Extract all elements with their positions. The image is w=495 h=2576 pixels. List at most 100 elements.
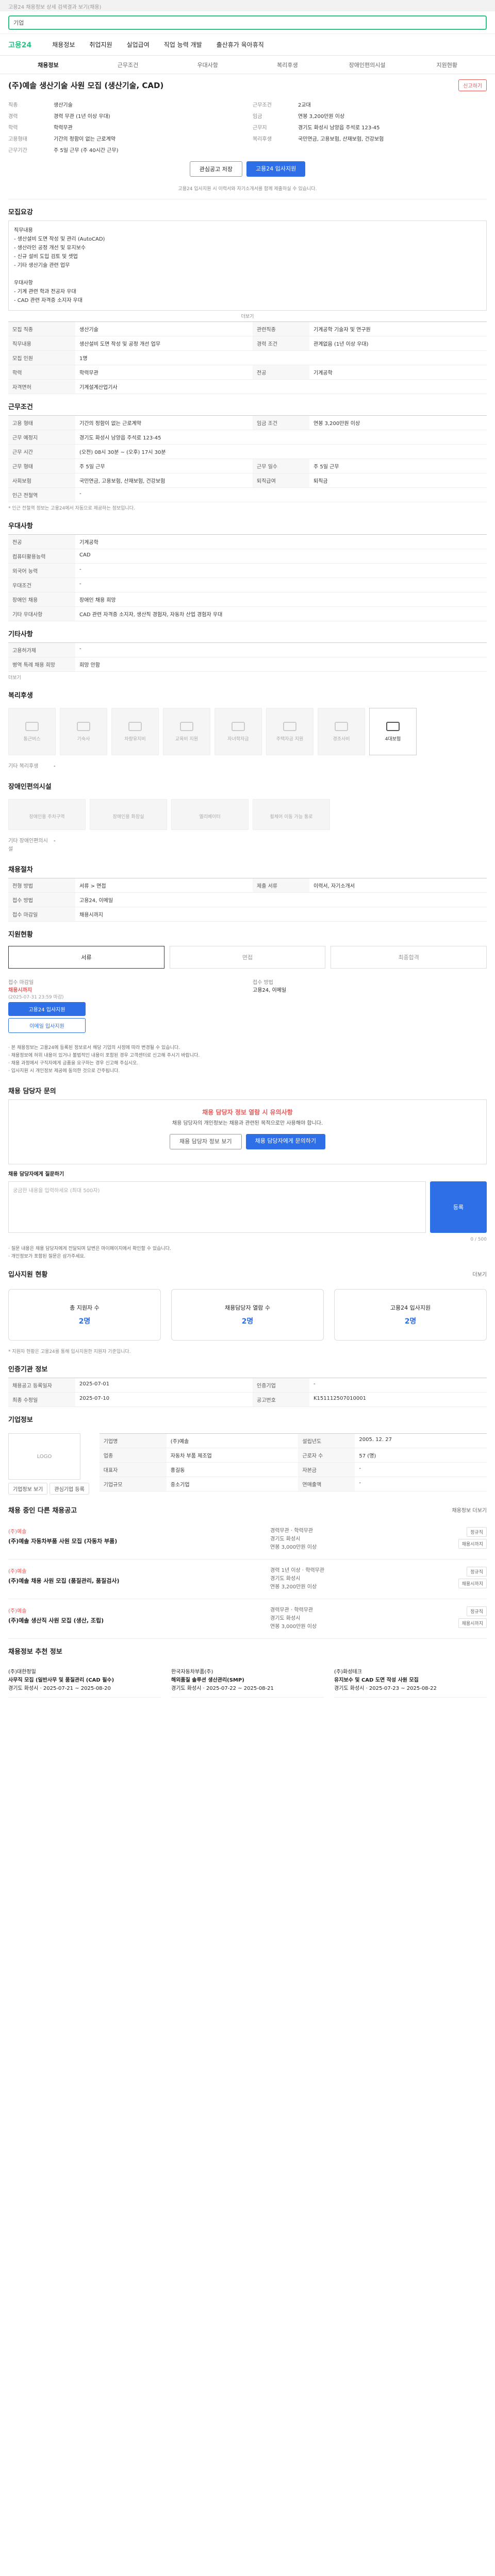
welfare-item: 주택자금 지원 bbox=[266, 708, 314, 755]
row-key: 대표자 bbox=[99, 1463, 167, 1477]
recruit-table: 모집 직종 생산기술 관련직종 기계공학 기술자 및 연구원 직무내용 생산설비 도면 작… bbox=[8, 321, 487, 394]
applicants-header: 입사지원 현황 더보기 bbox=[8, 1264, 487, 1284]
recommend-title[interactable]: 해외품질 솔루션 생산관리(SMP) bbox=[171, 1676, 324, 1685]
welfare-label: 기숙사 bbox=[77, 736, 90, 742]
qa-textarea[interactable]: 궁금한 내용을 입력하세요 (최대 500자) bbox=[8, 1181, 426, 1233]
facility-label: 장애인용 주차구역 bbox=[29, 814, 65, 820]
welfare-label: 차량유지비 bbox=[124, 736, 146, 742]
job-list-item[interactable]: (주)예솔 (주)예솔 채용 사원 모집 (품질관리, 품질검사) 경력 1년 이상… bbox=[8, 1560, 487, 1599]
tab-prefer[interactable]: 우대사항 bbox=[168, 61, 248, 69]
welfare-item: 기숙사 bbox=[60, 708, 107, 755]
summary-item: 임금 연봉 3,200만원 이상 bbox=[253, 113, 487, 121]
job-title[interactable]: (주)예솔 생산직 사원 모집 (생산, 조립) bbox=[8, 1616, 270, 1624]
applicants-more[interactable]: 더보기 bbox=[472, 1270, 487, 1278]
report-button[interactable]: 신고하기 bbox=[458, 79, 487, 91]
recommend-company: (주)화성테크 bbox=[334, 1669, 362, 1675]
job-title[interactable]: (주)예솔 자동차부품 사원 모집 (자동차 부품) bbox=[8, 1537, 270, 1545]
search-input[interactable]: 기업 bbox=[8, 15, 487, 30]
company-follow-button[interactable]: 관심기업 등록 bbox=[50, 1483, 89, 1495]
prefer-title: 우대사항 bbox=[8, 522, 33, 530]
row-key-2: 설립년도 bbox=[298, 1434, 355, 1448]
process-table: 전형 방법 서류 > 면접 제출 서류 이력서, 자기소개서 접수 방법 고용24, 이메… bbox=[8, 878, 487, 922]
recommend-card[interactable]: (주)대한정밀 사무직 모집 (일반사무 및 품질관리 (CAD 필수) 경기도 화… bbox=[8, 1664, 161, 1698]
nav-item-support[interactable]: 취업지원 bbox=[89, 40, 112, 49]
job-list-item[interactable]: (주)예솔 (주)예솔 생산직 사원 모집 (생산, 조립) 경력무관 · 학력무관… bbox=[8, 1599, 487, 1639]
row-value: 중소기업 bbox=[170, 1482, 190, 1488]
tab-welfare[interactable]: 복리후생 bbox=[248, 61, 327, 69]
summary-key: 근무지 bbox=[253, 125, 267, 131]
table-row: 업종 자동차 부품 제조업 근로자 수 57 (명) bbox=[99, 1448, 487, 1463]
table-row: 고용 형태 기간의 정함이 없는 근로계약 임금 조건 연봉 3,200만원 이상 bbox=[8, 416, 487, 430]
stat-online-value: 2명 bbox=[404, 1317, 417, 1326]
tab-recruit[interactable]: 채용정보 bbox=[8, 61, 88, 69]
row-value-2: - bbox=[359, 1466, 361, 1471]
recommend-title[interactable]: 유지보수 및 CAD 도면 작성 사원 모집 bbox=[334, 1676, 487, 1685]
view-contact-button[interactable]: 채용 담당자 정보 보기 bbox=[170, 1134, 242, 1149]
welfare-icon bbox=[77, 721, 90, 731]
stat-online: 고용24 입사지원 2명 bbox=[334, 1289, 487, 1341]
welfare-item: 통근버스 bbox=[8, 708, 56, 755]
others-more[interactable]: 채용정보 더보기 bbox=[452, 1506, 487, 1514]
job-tag-deadline: 채용시까지 bbox=[458, 1579, 487, 1588]
others-header: 채용 중인 다른 채용공고 채용정보 더보기 bbox=[8, 1500, 487, 1520]
job-tags: 정규직 채용시까지 bbox=[425, 1567, 487, 1591]
job-info: 경력무관 · 학력무관 경기도 화성시 연봉 3,000만원 이상 bbox=[270, 1527, 425, 1552]
row-key-2: 자본금 bbox=[298, 1463, 355, 1477]
facility-item: 휠체어 이동 가능 통로 bbox=[253, 799, 330, 830]
welfare-icon bbox=[25, 721, 39, 731]
row-key: 접수 방법 bbox=[8, 893, 75, 907]
welfare-label: 교육비 지원 bbox=[175, 736, 199, 742]
summary-item: 근무조건 2교대 bbox=[253, 101, 487, 110]
table-row: 접수 마감일 채용시까지 bbox=[8, 907, 487, 922]
welfare-icon bbox=[335, 721, 348, 731]
qa-notes: · 질문 내용은 채용 담당자에게 전달되며 답변은 마이페이지에서 확인할 수… bbox=[8, 1242, 487, 1264]
qa-submit-button[interactable]: 등록 bbox=[430, 1181, 487, 1233]
job-tag-deadline: 채용시까지 bbox=[458, 1618, 487, 1628]
row-value: - bbox=[79, 581, 81, 587]
recommend-title[interactable]: 사무직 모집 (일반사무 및 품질관리 (CAD 필수) bbox=[8, 1676, 161, 1685]
row-key-2: 퇴직급여 bbox=[253, 473, 309, 487]
site-logo[interactable]: 고용24 bbox=[8, 40, 31, 50]
applicant-stats: 총 지원자 수 2명 채용담당자 열람 수 2명 고용24 입사지원 2명 bbox=[8, 1284, 487, 1346]
deadline-label: 접수 마감일 bbox=[8, 980, 34, 986]
welfare-etc: 기타 복리후생 - bbox=[8, 759, 487, 774]
table-row: 최종 수정일 2025-07-10 공고번호 K151112507010001 bbox=[8, 1393, 487, 1407]
nav-item-training[interactable]: 직업 능력 개발 bbox=[164, 40, 202, 49]
facility-label: 엘리베이터 bbox=[199, 814, 221, 820]
nav-item-jobs[interactable]: 채용정보 bbox=[52, 40, 75, 49]
consult-title: 인증기관 정보 bbox=[8, 1366, 48, 1374]
email-apply-button[interactable]: 이메일 입사지원 bbox=[8, 1018, 86, 1033]
table-row: 근무 예정지 경기도 화성시 남양읍 주석로 123-45 bbox=[8, 430, 487, 445]
apply-button[interactable]: 고용24 입사지원 bbox=[246, 161, 306, 177]
others-title: 채용 중인 다른 채용공고 bbox=[8, 1507, 77, 1515]
tab-facility[interactable]: 장애인편의시설 bbox=[327, 61, 407, 69]
row-key-2: 인증기업 bbox=[253, 1378, 309, 1392]
welfare-item: 교육비 지원 bbox=[163, 708, 210, 755]
status-apply-button[interactable]: 고용24 입사지원 bbox=[8, 1002, 86, 1016]
row-value: 기간의 정함이 없는 근로계약 bbox=[79, 421, 141, 427]
company-logo: LOGO bbox=[8, 1433, 80, 1480]
job-tag-type: 정규직 bbox=[467, 1606, 487, 1616]
qa-counter: 0 / 500 bbox=[470, 1237, 487, 1242]
job-list-item[interactable]: (주)예솔 (주)예솔 자동차부품 사원 모집 (자동차 부품) 경력무관 · 학력… bbox=[8, 1520, 487, 1560]
status-title: 지원현황 bbox=[8, 931, 33, 939]
tab-status[interactable]: 지원현황 bbox=[407, 61, 487, 69]
applicants-title: 입사지원 현황 bbox=[8, 1271, 48, 1279]
nav-item-unemployment[interactable]: 실업급여 bbox=[127, 40, 150, 49]
row-value: 기계설계산업기사 bbox=[79, 385, 118, 391]
save-job-button[interactable]: 관심공고 저장 bbox=[189, 161, 242, 177]
recruit-body: 직무내용 - 생산설비 도면 작성 및 관리 (AutoCAD) - 생산라인 … bbox=[8, 221, 487, 311]
job-title[interactable]: (주)예솔 채용 사원 모집 (품질관리, 품질검사) bbox=[8, 1577, 270, 1585]
recruit-more-button[interactable]: 더보기 bbox=[8, 311, 487, 321]
recommend-card[interactable]: (주)화성테크 유지보수 및 CAD 도면 작성 사원 모집 경기도 화성시 · 2… bbox=[334, 1664, 487, 1698]
etc-more-button[interactable]: 더보기 bbox=[8, 672, 487, 683]
nav-item-leave[interactable]: 출산휴가 육아휴직 bbox=[217, 40, 264, 49]
ask-contact-button[interactable]: 채용 담당자에게 문의하기 bbox=[245, 1134, 325, 1149]
job-info-3: 연봉 3,000만원 이상 bbox=[270, 1624, 317, 1630]
recommend-card[interactable]: 한국자동차부품(주) 해외품질 솔루션 생산관리(SMP) 경기도 화성시 · 20… bbox=[171, 1664, 324, 1698]
company-info-button[interactable]: 기업정보 보기 bbox=[8, 1483, 48, 1495]
job-info-1: 경력 1년 이상 · 학력무관 bbox=[270, 1568, 325, 1573]
tab-work[interactable]: 근무조건 bbox=[88, 61, 168, 69]
job-tags: 정규직 채용시까지 bbox=[425, 1527, 487, 1552]
job-info: 경력무관 · 학력무관 경기도 화성시 연봉 3,000만원 이상 bbox=[270, 1606, 425, 1631]
